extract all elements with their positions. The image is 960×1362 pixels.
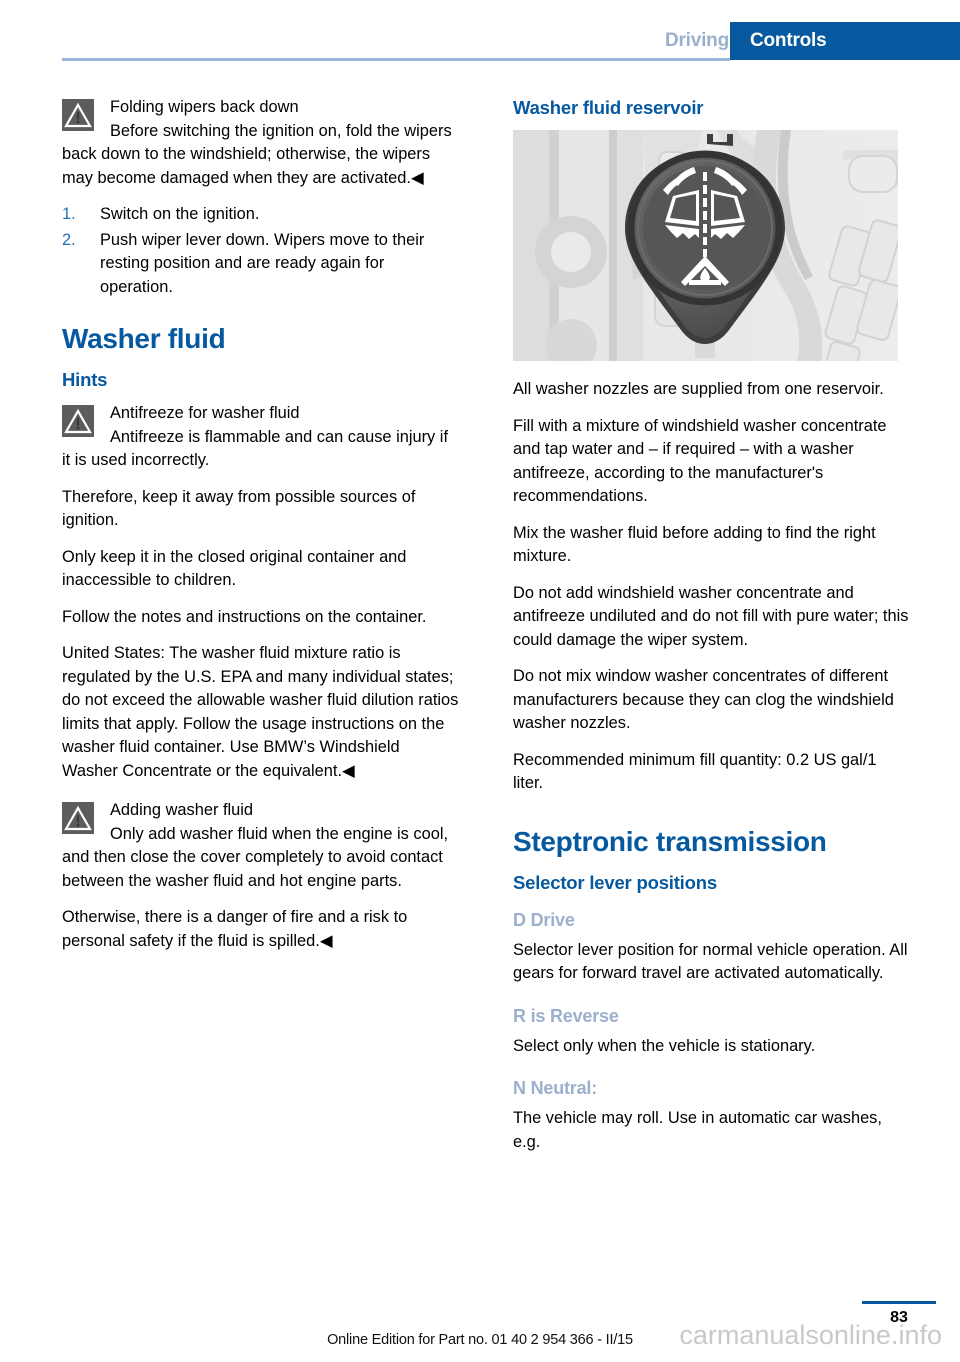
paragraph: Do not add windshield washer concentrate… — [513, 583, 909, 649]
section-heading-hints: Hints — [62, 369, 108, 390]
warning-triangle-icon — [62, 802, 94, 834]
warning-adding-washer-fluid: Adding washer fluid Only add washer flui… — [62, 799, 460, 893]
warning-title: Adding washer fluid — [110, 801, 254, 819]
page-title-steptronic-transmission: Steptronic transmission — [513, 825, 827, 857]
page-header: Driving Controls — [0, 0, 960, 62]
step-number: 1. — [62, 205, 76, 223]
breadcrumb-chapter-controls[interactable]: Controls — [730, 22, 960, 60]
paragraph: Mix the washer fluid before adding to fi… — [513, 523, 876, 566]
warning-triangle-icon — [62, 405, 94, 437]
paragraph: Therefore, keep it away from possible so… — [62, 487, 416, 530]
step-text: Switch on the ignition. — [100, 205, 260, 223]
list-item: 2. Push wiper lever down. Wipers move to… — [62, 229, 460, 300]
warning-title: Folding wipers back down — [110, 98, 299, 116]
subsection-heading-r-reverse: R is Reverse — [513, 1005, 619, 1026]
page-title-washer-fluid: Washer fluid — [62, 323, 226, 354]
paragraph: The vehicle may roll. Use in automatic c… — [513, 1109, 882, 1151]
paragraph: Follow the notes and instructions on the… — [62, 607, 427, 626]
breadcrumb-chapter-controls-label: Controls — [750, 30, 827, 51]
page-number: 83 — [890, 1309, 908, 1326]
subsection-heading-d-drive: D Drive — [513, 909, 575, 930]
warning-body: Only add washer fluid when the engine is… — [62, 824, 449, 890]
warning-title: Antifreeze for washer fluid — [110, 404, 300, 422]
paragraph: Select only when the vehicle is stationa… — [513, 1036, 816, 1055]
paragraph: Fill with a mixture of windshield washer… — [513, 416, 887, 506]
washer-fluid-reservoir-cap-illustration — [513, 130, 898, 361]
procedure-steps-list: 1. Switch on the ignition. 2. Push wiper… — [62, 203, 460, 299]
step-number: 2. — [62, 230, 76, 249]
list-item: 1. Switch on the ignition. — [62, 203, 460, 227]
paragraph: United States: The washer fluid mixture … — [62, 644, 459, 780]
left-column: Folding wipers back down Before switchin… — [62, 96, 460, 966]
step-text: Push wiper lever down. Wipers move to th… — [100, 230, 425, 296]
section-heading-washer-fluid-reservoir: Washer fluid reservoir — [513, 97, 704, 118]
right-column: Washer fluid reservoir All washer nozzle… — [513, 96, 911, 1167]
paragraph: Otherwise, there is a danger of fire and… — [62, 908, 408, 950]
warning-body: Antifreeze is flammable and can cause in… — [62, 427, 448, 470]
paragraph: Do not mix window washer concentrates of… — [513, 667, 894, 732]
footer-divider — [862, 1301, 936, 1304]
warning-folding-wipers: Folding wipers back down Before switchin… — [62, 96, 460, 190]
header-divider — [62, 58, 730, 61]
warning-triangle-icon — [62, 99, 94, 131]
section-heading-selector-lever-positions: Selector lever positions — [513, 871, 717, 893]
warning-antifreeze: Antifreeze for washer fluid Antifreeze i… — [62, 402, 460, 473]
warning-body: Before switching the ignition on, fold t… — [62, 121, 452, 187]
paragraph: Recommended minimum fill quantity: 0.2 U… — [513, 750, 877, 793]
paragraph: Selector lever position for normal vehic… — [513, 940, 908, 983]
paragraph: Only keep it in the closed original cont… — [62, 547, 407, 590]
edition-note: Online Edition for Part no. 01 40 2 954 … — [327, 1332, 633, 1348]
paragraph: All washer nozzles are supplied from one… — [513, 380, 884, 398]
breadcrumb-chapter-driving[interactable]: Driving — [665, 30, 729, 52]
subsection-heading-n-neutral: N Neutral: — [513, 1078, 598, 1098]
